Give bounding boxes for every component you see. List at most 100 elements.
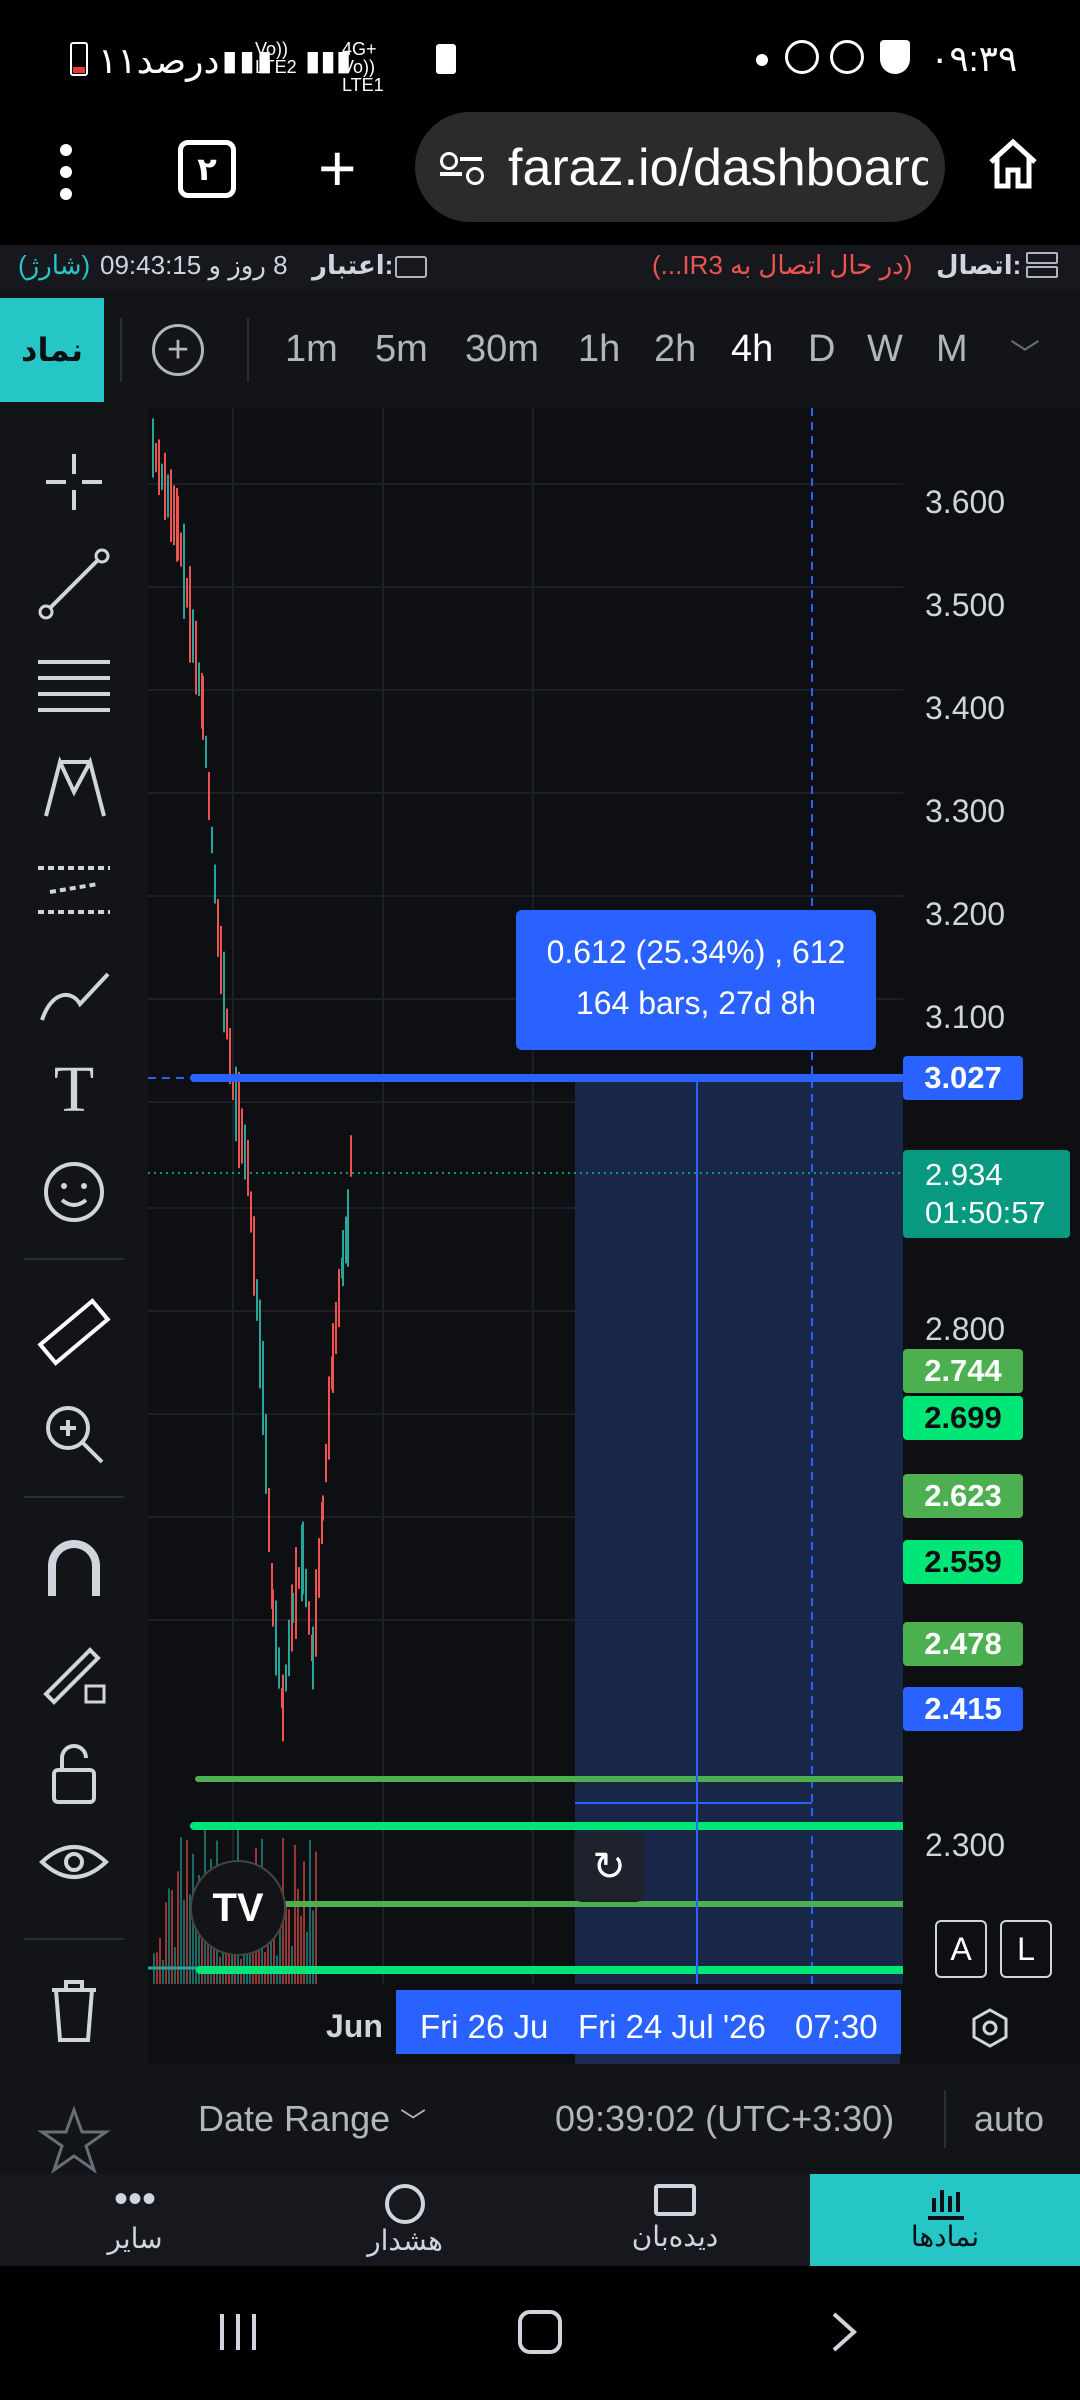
home-icon[interactable]: [986, 136, 1040, 192]
current-price-tag: 2.934 01:50:57: [903, 1150, 1070, 1238]
watchlist-icon: [654, 2184, 696, 2216]
tab-timeframe-1h[interactable]: 1h: [578, 328, 620, 371]
charge-label: (شارژ): [18, 250, 91, 280]
price-line-tag[interactable]: 3.027: [903, 1056, 1023, 1100]
auto-scale-a-button[interactable]: A: [935, 1920, 987, 1978]
back-icon[interactable]: [822, 2310, 866, 2354]
price-line-tag[interactable]: 2.415: [903, 1687, 1023, 1731]
divider: [944, 2090, 946, 2148]
measure-line2: 164 bars, 27d 8h: [575, 985, 817, 1021]
divider: [24, 1496, 124, 1498]
divider: [24, 1258, 124, 1260]
nav-alerts-label: هشدار: [367, 2225, 443, 2256]
tab-timeframe-30m[interactable]: 30m: [465, 328, 539, 371]
symbols-icon: [924, 2184, 966, 2220]
zoom-in-icon[interactable]: [32, 1392, 116, 1476]
symbol-button[interactable]: نماد: [0, 298, 104, 402]
price-line-tag[interactable]: 2.559: [903, 1540, 1023, 1584]
lock-pencil-icon[interactable]: [32, 1628, 116, 1712]
tabs-button[interactable]: ۲: [178, 140, 236, 198]
price-line-tag[interactable]: 2.478: [903, 1622, 1023, 1666]
price-tick: 3.600: [925, 484, 1006, 520]
settings-hex-icon[interactable]: [968, 2006, 1012, 2050]
price-tick: 3.300: [925, 793, 1006, 829]
credit-label: اعتبار:: [312, 250, 394, 280]
reset-chart-button[interactable]: ↻: [574, 1832, 644, 1902]
time-month-label: Jun: [326, 2008, 383, 2044]
chart-clock: 09:39:02 (UTC+3:30): [555, 2098, 895, 2139]
nav-more[interactable]: ••• سایر: [0, 2174, 270, 2266]
text-tool-icon[interactable]: T: [32, 1052, 116, 1136]
battery-level: ۱۱درصد: [98, 40, 220, 81]
nav-alerts[interactable]: هشدار: [270, 2174, 540, 2266]
price-tick: 2.800: [925, 1311, 1006, 1347]
price-tick: 3.500: [925, 587, 1006, 623]
brush-icon[interactable]: [32, 950, 116, 1034]
sim2-label: 4G+ Vo)) LTE1: [342, 39, 384, 95]
date-range-label: Date Range: [198, 2098, 391, 2139]
nav-watchlist[interactable]: دیده‌بان: [540, 2174, 810, 2266]
doc-icon: [436, 44, 456, 74]
trash-icon[interactable]: [32, 1966, 116, 2050]
price-line-tag[interactable]: 2.744: [903, 1349, 1023, 1393]
ruler-icon[interactable]: [32, 1290, 116, 1374]
range-end-label: Fri 24 Jul '26: [578, 2008, 766, 2045]
alarm-icon: [385, 2184, 425, 2224]
recents-icon[interactable]: [216, 2310, 260, 2354]
nav-symbols-label: نمادها: [910, 2221, 980, 2252]
emoji-icon[interactable]: [32, 1150, 116, 1234]
sim1-label: Vo)) LTE2: [255, 39, 297, 77]
tab-timeframe-D[interactable]: D: [808, 328, 835, 371]
new-tab-icon[interactable]: +: [318, 135, 357, 201]
battery-icon: [70, 42, 88, 76]
site-settings-icon[interactable]: [440, 146, 484, 188]
connection-label: اتصال:: [936, 250, 1022, 280]
server-icon: [1026, 252, 1058, 282]
tab-timeframe-1m[interactable]: 1m: [285, 328, 338, 371]
credit-value: 8 روز و 09:43:15: [100, 250, 288, 280]
price-line-tag[interactable]: 2.623: [903, 1474, 1023, 1518]
price-tick: 2.300: [925, 1827, 1006, 1863]
whatsapp-icon: [830, 40, 864, 74]
auto-scale-toggle[interactable]: auto: [974, 2098, 1044, 2140]
nav-more-label: سایر: [107, 2223, 163, 2254]
unlock-icon[interactable]: [32, 1730, 116, 1814]
log-scale-l-button[interactable]: L: [1000, 1920, 1052, 1978]
add-indicator-icon[interactable]: +: [152, 324, 204, 376]
bar-countdown: 01:50:57: [925, 1195, 1046, 1230]
tab-timeframe-4h[interactable]: 4h: [731, 328, 773, 371]
tab-timeframe-W[interactable]: W: [867, 328, 903, 371]
trend-line-icon[interactable]: [32, 542, 116, 626]
menu-icon[interactable]: [60, 144, 74, 200]
star-icon[interactable]: [32, 2098, 116, 2182]
card-icon: [395, 256, 427, 278]
tab-timeframe-5m[interactable]: 5m: [375, 328, 428, 371]
date-range-dropdown[interactable]: Date Range ﹀: [198, 2098, 426, 2140]
clock: ۰۹:۳۹: [930, 38, 1018, 79]
range-start-label: Fri 26 Ju: [420, 2008, 549, 2045]
magnet-icon[interactable]: [32, 1526, 116, 1610]
chart-canvas[interactable]: [148, 408, 903, 1984]
measure-line1: 0.612 (25.34%) , 612: [546, 934, 846, 970]
home-nav-icon[interactable]: [518, 2310, 562, 2354]
fib-retracement-icon[interactable]: [32, 644, 116, 728]
nav-symbols[interactable]: نمادها: [810, 2174, 1080, 2266]
more-icon: •••: [113, 2177, 156, 2221]
price-line-tag[interactable]: 2.699: [903, 1396, 1023, 1440]
tab-timeframe-2h[interactable]: 2h: [654, 328, 696, 371]
crosshair-icon[interactable]: [32, 440, 116, 524]
projection-icon[interactable]: [32, 848, 116, 932]
eye-icon[interactable]: [32, 1822, 116, 1906]
pattern-icon[interactable]: [32, 746, 116, 830]
chart-pane[interactable]: [148, 408, 903, 1984]
crosshair-time-label: 07:30: [795, 2008, 878, 2045]
current-price: 2.934: [925, 1157, 1003, 1192]
shield-icon: [880, 40, 910, 74]
price-tick: 3.400: [925, 690, 1006, 726]
measure-tooltip: 0.612 (25.34%) , 612 164 bars, 27d 8h: [516, 910, 876, 1050]
chevron-down-icon[interactable]: ﹀: [1010, 330, 1040, 374]
divider: [247, 318, 249, 382]
tab-timeframe-M[interactable]: M: [936, 328, 968, 371]
divider: [120, 318, 122, 382]
divider: [24, 1938, 124, 1940]
